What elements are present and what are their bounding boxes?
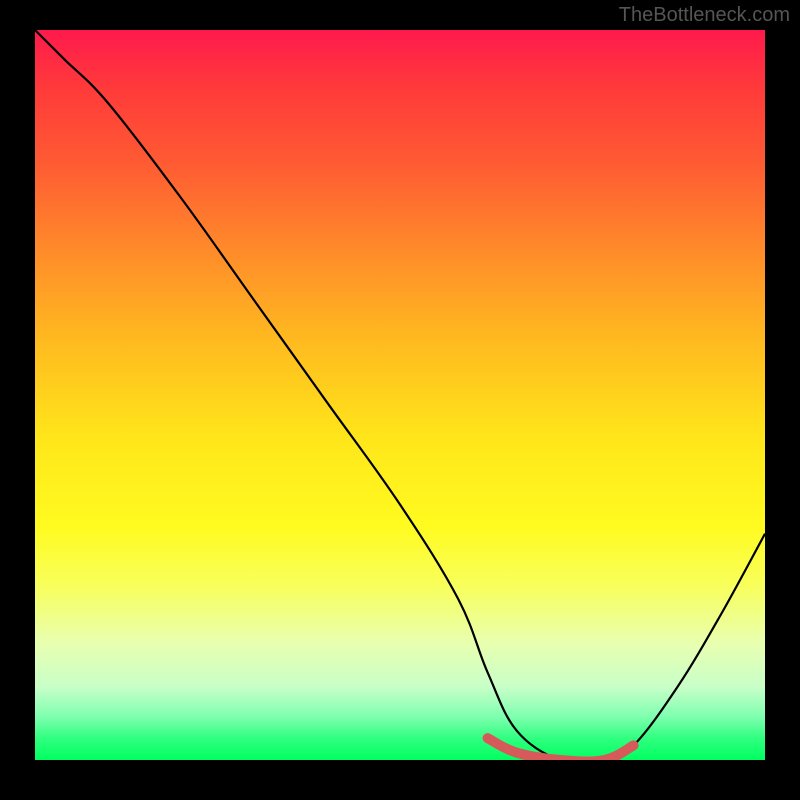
- chart-plot-area: [35, 30, 765, 760]
- attribution-text: TheBottleneck.com: [619, 4, 790, 27]
- chart-svg: [35, 30, 765, 760]
- optimal-range-highlight: [488, 738, 634, 760]
- bottleneck-curve-line: [35, 30, 765, 760]
